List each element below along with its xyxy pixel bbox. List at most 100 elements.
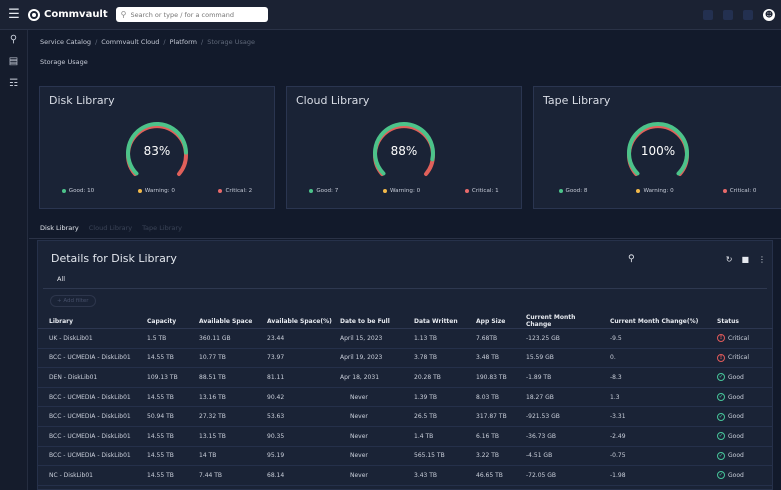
- card-tape-library[interactable]: Tape Library 100% Good: 8 Warning: 0 Cri…: [533, 86, 781, 209]
- table-row[interactable]: BCC - UCMEDIA - DiskLib01 14.55 TB 14 TB 95…: [38, 446, 773, 467]
- top-bar: ☰ Commvault ⚲ ☻: [0, 0, 781, 30]
- table-cell: -4.51 GB: [522, 446, 606, 467]
- table-cell: BCC - UCMEDIA - DiskLib01: [38, 426, 143, 447]
- search-icon[interactable]: ⚲: [10, 34, 17, 46]
- table-row[interactable]: NC - DiskLib01 14.55 TB 7.44 TB 68.14 Never 3…: [38, 465, 773, 486]
- table-row[interactable]: BCC - UCMEDIA - DiskLib01 14.55 TB 10.77 T…: [38, 348, 773, 369]
- critical-alert-icon: !: [717, 334, 725, 343]
- add-filter-button[interactable]: + Add filter: [50, 295, 96, 307]
- status-badge: ✓ Good: [717, 451, 769, 460]
- critical-alert-icon: !: [717, 353, 725, 362]
- refresh-icon[interactable]: ↻: [726, 255, 733, 264]
- table-row[interactable]: UK - DiskLib01 1.5 TB 360.11 GB 23.44 April …: [38, 328, 773, 349]
- legend-good: Good: 10: [61, 188, 94, 194]
- table-row[interactable]: BCC - UCMEDIA - DiskLib01 14.55 TB 13.16 T…: [38, 387, 773, 408]
- main-content: Service Catalog / Commvault Cloud / Plat…: [29, 30, 781, 490]
- table-cell: 13.16 TB: [195, 387, 263, 408]
- warning-dot-icon: [382, 189, 387, 193]
- table-cell: -2.49: [606, 426, 713, 447]
- brand-logo[interactable]: Commvault: [28, 8, 108, 21]
- status-badge: ! Critical: [717, 334, 769, 343]
- table-cell: April 15, 2023: [336, 328, 410, 349]
- table-cell: 68.14: [263, 465, 336, 486]
- table-cell: BCC - UCMEDIA - DiskLib01: [38, 387, 143, 408]
- hamburger-menu-icon[interactable]: ☰: [0, 7, 28, 22]
- table-row[interactable]: BCC - UCMEDIA - DiskLib01 50.94 TB 27.32 T…: [38, 406, 773, 427]
- search-icon[interactable]: ⚲: [628, 254, 635, 264]
- table-cell: Apr 18, 2031: [336, 367, 410, 388]
- card-cloud-library[interactable]: Cloud Library 88% Good: 7 Warning: 0 Cri…: [286, 86, 522, 209]
- table-cell: 14.55 TB: [143, 465, 195, 486]
- brand-name: Commvault: [44, 9, 108, 20]
- status-badge: ✓ Good: [717, 393, 769, 402]
- gauge-percent: 83%: [144, 144, 171, 158]
- toolbar-ghost-icon[interactable]: [723, 9, 733, 20]
- breadcrumb-separator: /: [201, 38, 204, 46]
- column-header[interactable]: Current Month Change: [522, 314, 606, 329]
- table-cell: 14.55 TB: [143, 387, 195, 408]
- table-cell: -72.05 GB: [522, 465, 606, 486]
- table-cell: -8.3: [606, 367, 713, 388]
- commvault-logo-icon: [28, 8, 40, 21]
- table-header-row: Library Capacity Available Space Availab…: [38, 314, 773, 329]
- tab-disk-library[interactable]: Disk Library: [40, 224, 79, 236]
- status-badge: ✓ Good: [717, 471, 769, 480]
- critical-dot-icon: [722, 189, 727, 193]
- warning-dot-icon: [636, 189, 641, 193]
- gauge-percent: 100%: [640, 144, 674, 158]
- table-cell: 13.15 TB: [195, 426, 263, 447]
- table-cell: 7.44 TB: [195, 465, 263, 486]
- toolbar-ghost-icon[interactable]: [743, 9, 753, 20]
- table-cell: 6.16 TB: [472, 426, 522, 447]
- tab-tape-library[interactable]: Tape Library: [142, 224, 182, 236]
- more-options-icon[interactable]: ⋮: [758, 255, 766, 264]
- column-header[interactable]: Date to be Full: [336, 314, 410, 329]
- status-badge: ! Critical: [717, 353, 769, 362]
- user-avatar-icon[interactable]: ☻: [763, 8, 775, 21]
- legend-warning: Warning: 0: [382, 188, 420, 194]
- column-header[interactable]: Available Space: [195, 314, 263, 329]
- table-cell: 10.77 TB: [195, 348, 263, 369]
- column-header[interactable]: Library: [38, 314, 143, 329]
- toolbar-ghost-icon[interactable]: [703, 9, 713, 20]
- table-cell: 0.: [606, 348, 713, 369]
- status-cell: ! Critical: [713, 348, 773, 369]
- column-header[interactable]: Capacity: [143, 314, 195, 329]
- column-header[interactable]: Status: [713, 314, 773, 329]
- reports-icon[interactable]: ▤: [9, 56, 18, 68]
- status-cell: ✓ Good: [713, 406, 773, 427]
- global-search[interactable]: ⚲: [115, 7, 268, 22]
- table-cell: 317.87 TB: [472, 406, 522, 427]
- card-legend: Good: 8 Warning: 0 Critical: 0: [534, 188, 781, 194]
- good-check-icon: ✓: [717, 412, 725, 421]
- usage-gauge: 88%: [373, 122, 435, 176]
- table-row[interactable]: BCC - UCMEDIA - DiskLib01 14.55 TB 13.15 T…: [38, 426, 773, 447]
- table-cell: -3.31: [606, 406, 713, 427]
- good-dot-icon: [61, 189, 66, 193]
- tab-cloud-library[interactable]: Cloud Library: [89, 224, 132, 236]
- table-cell: 360.11 GB: [195, 328, 263, 349]
- table-cell: 73.97: [263, 348, 336, 369]
- breadcrumb-service-catalog[interactable]: Service Catalog: [40, 38, 91, 46]
- settings-sliders-icon[interactable]: ☶: [9, 78, 18, 90]
- top-right-actions: ☻: [703, 8, 781, 21]
- table-cell: 46.65 TB: [472, 465, 522, 486]
- search-input[interactable]: [130, 10, 261, 19]
- column-header[interactable]: Available Space(%): [263, 314, 336, 329]
- critical-dot-icon: [464, 189, 469, 193]
- column-header[interactable]: Data Written: [410, 314, 472, 329]
- table-cell: 565.15 TB: [410, 446, 472, 467]
- breadcrumb-platform[interactable]: Platform: [170, 38, 197, 46]
- card-disk-library[interactable]: Disk Library 83% Good: 10 Warning: 0 Cri…: [39, 86, 275, 209]
- usage-gauge: 83%: [126, 122, 188, 176]
- table-row[interactable]: DEN - DiskLib01 109.13 TB 88.51 TB 81.11 Apr…: [38, 367, 773, 388]
- legend-good: Good: 8: [558, 188, 587, 194]
- subtab-all[interactable]: All: [49, 275, 73, 289]
- warning-dot-icon: [137, 189, 142, 193]
- table-cell: 1.39 TB: [410, 387, 472, 408]
- grid-view-icon[interactable]: ■: [741, 255, 749, 264]
- table-cell: Never: [336, 426, 410, 447]
- column-header[interactable]: Current Month Change(%): [606, 314, 713, 329]
- column-header[interactable]: App Size: [472, 314, 522, 329]
- breadcrumb-commvault-cloud[interactable]: Commvault Cloud: [101, 38, 159, 46]
